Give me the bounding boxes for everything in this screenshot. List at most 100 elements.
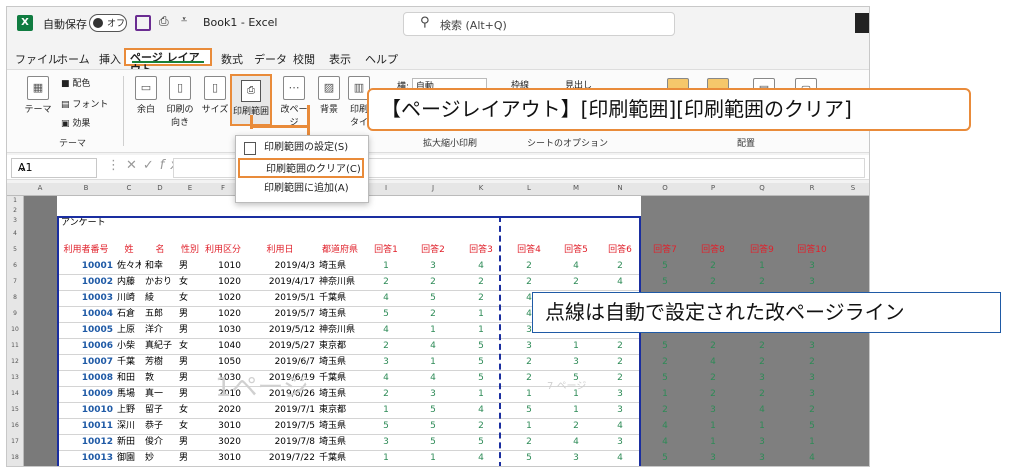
sheet-cell[interactable]: 5 [459,371,503,386]
sheet-cell[interactable]: 千葉県 [319,371,361,386]
save-icon[interactable] [135,15,151,31]
sheet-cell[interactable]: 5 [643,451,687,466]
sheet-cell[interactable]: 埼玉県 [319,259,361,274]
sheet-cell[interactable]: 埼玉県 [319,355,361,370]
window-control[interactable] [855,13,869,33]
sheet-cell[interactable]: 2 [739,339,785,354]
sheet-cell[interactable]: 御園 [117,451,141,466]
tab-data[interactable]: データ [254,51,287,67]
sheet-cell[interactable]: 2 [507,275,551,290]
sheet-cell[interactable]: 男 [179,387,201,402]
column-header[interactable]: M [553,184,599,192]
sheet-cell[interactable]: 1010 [205,259,241,274]
sheet-cell[interactable]: 妙 [145,451,175,466]
sheet-cell[interactable]: 5 [411,419,455,434]
sheet-cell[interactable]: 5 [365,419,407,434]
sheet-cell[interactable]: 埼玉県 [319,387,361,402]
sheet-cell[interactable]: 2 [601,259,639,274]
sheet-cell[interactable]: 1 [365,451,407,466]
sheet-cell[interactable]: 1030 [205,323,241,338]
row-header[interactable]: 3 [7,216,23,226]
sheet-cell[interactable]: 東京都 [319,403,361,418]
sheet-cell[interactable]: 10001 [59,259,113,274]
tab-file[interactable]: ファイル [15,51,59,67]
sheet-cell[interactable]: 3010 [205,451,241,466]
sheet-cell[interactable]: 男 [179,323,201,338]
sheet-cell[interactable]: 3 [789,275,835,290]
sheet-cell[interactable]: 2019/7/8 [245,435,315,450]
sheet-cell[interactable]: 4 [459,403,503,418]
sheet-cell[interactable]: 2 [601,355,639,370]
sheet-cell[interactable]: 男 [179,371,201,386]
sheet-cell[interactable]: 1 [691,435,735,450]
sheet-cell[interactable]: 2 [459,419,503,434]
sheet-cell[interactable]: 2 [789,403,835,418]
sheet-cell[interactable]: 名 [145,243,175,258]
sheet-cell[interactable]: 3 [365,355,407,370]
sheet-cell[interactable]: 内藤 [117,275,141,290]
sheet-cell[interactable]: 2 [739,387,785,402]
sheet-cell[interactable]: 洋介 [145,323,175,338]
row-header[interactable]: 13 [7,370,23,386]
row-header[interactable]: 5 [7,242,23,258]
sheet-cell[interactable]: 利用区分 [205,243,241,258]
sheet-cell[interactable]: 3 [789,259,835,274]
column-header[interactable]: E [177,184,203,192]
sheet-cell[interactable]: 4 [691,355,735,370]
sheet-cell[interactable]: 千葉県 [319,291,361,306]
sheet-cell[interactable]: 和幸 [145,259,175,274]
sheet-cell[interactable]: 3 [691,403,735,418]
sheet-cell[interactable]: 2019/5/12 [245,323,315,338]
sheet-cell[interactable]: 2 [643,355,687,370]
sheet-cell[interactable]: 2 [691,371,735,386]
column-header[interactable]: I [363,184,409,192]
sheet-cell[interactable]: 回答10 [789,243,835,258]
sheet-cell[interactable]: 利用者番号 [59,243,113,258]
sheet-cell[interactable]: 5 [507,403,551,418]
sheet-cell[interactable]: 10004 [59,307,113,322]
sheet-cell[interactable]: 2 [507,355,551,370]
sheet-cell[interactable]: 男 [179,259,201,274]
sheet-cell[interactable]: 10011 [59,419,113,434]
autosave-toggle[interactable]: オフ [89,14,127,32]
sheet-cell[interactable]: 10005 [59,323,113,338]
sheet-cell[interactable]: 男 [179,435,201,450]
column-header[interactable]: S [837,184,869,192]
sheet-cell[interactable]: 2 [691,259,735,274]
sheet-cell[interactable]: 4 [459,451,503,466]
column-header[interactable]: A [23,184,57,192]
sheet-cell[interactable]: 10012 [59,435,113,450]
sheet-cell[interactable]: 1 [459,387,503,402]
column-header[interactable]: B [57,184,115,192]
menu-item-clear-print-area[interactable]: 印刷範囲のクリア(C) [238,158,364,178]
sheet-cell[interactable]: 女 [179,419,201,434]
sheet-cell[interactable]: 石倉 [117,307,141,322]
sheet-cell[interactable]: 馬場 [117,387,141,402]
sheet-cell[interactable]: 俊介 [145,435,175,450]
sheet-cell[interactable]: 女 [179,291,201,306]
sheet-cell[interactable]: 男 [179,451,201,466]
sheet-cell[interactable]: 女 [179,403,201,418]
sheet-cell[interactable]: 2019/7/5 [245,419,315,434]
sheet-cell[interactable]: 2019/5/27 [245,339,315,354]
tab-formulas[interactable]: 数式 [221,51,243,67]
row-header[interactable]: 12 [7,354,23,370]
sheet-cell[interactable]: 2 [365,387,407,402]
sheet-cell[interactable]: 3 [789,339,835,354]
quick-access-icon[interactable]: ⎙ [159,14,169,29]
sheet-cell[interactable]: 3010 [205,419,241,434]
sheet-cell[interactable]: 回答2 [411,243,455,258]
sheet-cell[interactable]: 5 [643,371,687,386]
row-header[interactable]: 10 [7,322,23,338]
sheet-cell[interactable]: 都道府県 [319,243,361,258]
sheet-cell[interactable]: 4 [365,323,407,338]
sheet-cell[interactable]: 3 [739,435,785,450]
sheet-cell[interactable]: 女 [179,339,201,354]
sheet-cell[interactable]: 5 [643,259,687,274]
sheet-cell[interactable]: 4 [365,291,407,306]
sheet-cell[interactable]: 5 [411,403,455,418]
sheet-cell[interactable]: 2 [739,355,785,370]
colors-button[interactable]: ■ 配色 [61,76,90,89]
sheet-cell[interactable]: 4 [459,259,503,274]
name-box[interactable]: A1 ⌄ [11,158,97,178]
